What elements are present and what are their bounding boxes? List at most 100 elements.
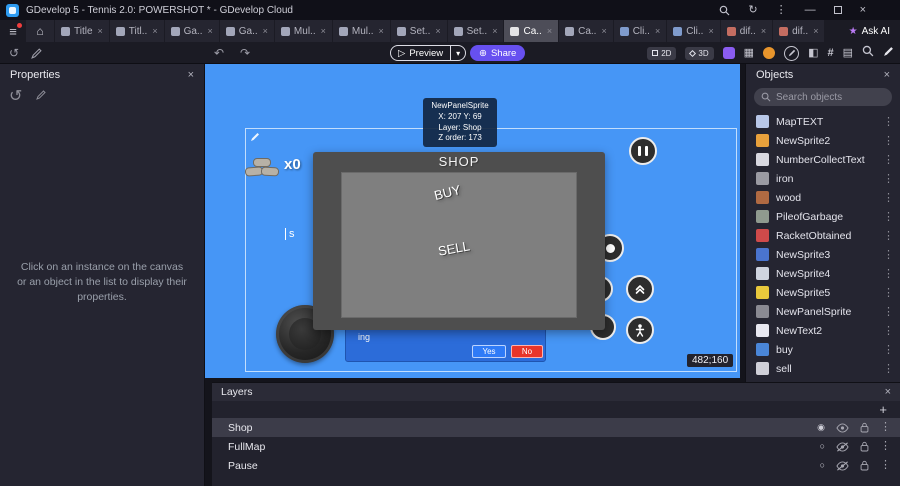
tab-close-icon[interactable]: ×: [655, 26, 660, 36]
share-button[interactable]: ⊕ Share: [470, 45, 526, 61]
object-row-buy[interactable]: buy ⋮: [746, 340, 900, 359]
object-row-sell[interactable]: sell ⋮: [746, 359, 900, 378]
tab-11-cli[interactable]: Cli.. ×: [613, 20, 667, 42]
rename-pen-icon[interactable]: [31, 42, 42, 64]
maximize-icon[interactable]: [833, 6, 842, 14]
tab-close-icon[interactable]: ×: [813, 26, 818, 36]
player-button-sprite[interactable]: [626, 316, 654, 344]
object-menu-icon[interactable]: ⋮: [883, 210, 894, 223]
tab-close-icon[interactable]: ×: [601, 26, 606, 36]
preview-button[interactable]: ▷ Preview ▾: [390, 45, 467, 61]
object-menu-icon[interactable]: ⋮: [883, 153, 894, 166]
toggle-3d-button[interactable]: 3D: [685, 46, 714, 60]
close-properties-icon[interactable]: ×: [188, 69, 194, 81]
preview-options-caret-icon[interactable]: ▾: [451, 49, 465, 58]
tab-close-icon[interactable]: ×: [492, 26, 497, 36]
edit-scene-icon[interactable]: [883, 44, 894, 62]
upgrade-button-sprite[interactable]: [626, 275, 654, 303]
layer-menu-icon[interactable]: ⋮: [880, 460, 891, 471]
object-row-iron[interactable]: iron ⋮: [746, 169, 900, 188]
history-icon[interactable]: ↺: [9, 42, 19, 64]
lock-icon[interactable]: [860, 422, 869, 433]
object-menu-icon[interactable]: ⋮: [883, 286, 894, 299]
tab-3-ga[interactable]: Ga.. ×: [164, 20, 219, 42]
object-menu-icon[interactable]: ⋮: [883, 172, 894, 185]
tab-home[interactable]: ⌂: [26, 20, 54, 42]
wood-pile-sprite[interactable]: [244, 152, 283, 180]
object-menu-icon[interactable]: ⋮: [883, 324, 894, 337]
visibility-eye-off-icon[interactable]: [836, 460, 849, 471]
object-menu-icon[interactable]: ⋮: [883, 267, 894, 280]
wood-counter-text[interactable]: x0: [284, 156, 301, 173]
object-menu-icon[interactable]: ⋮: [883, 115, 894, 128]
object-menu-icon[interactable]: ⋮: [883, 362, 894, 375]
pen-circle-icon[interactable]: [784, 45, 800, 61]
active-layer-radio[interactable]: ◉: [817, 423, 825, 432]
object-row-newtext2[interactable]: NewText2 ⋮: [746, 321, 900, 340]
main-menu-icon[interactable]: ≡: [0, 20, 26, 42]
shop-panel-sprite[interactable]: SHOP BUY SELL: [313, 152, 605, 330]
edit-properties-icon[interactable]: [36, 87, 47, 105]
tab-8-set[interactable]: Set.. ×: [447, 20, 504, 42]
object-row-newsprite4[interactable]: NewSprite4 ⋮: [746, 264, 900, 283]
minimize-icon[interactable]: —: [805, 4, 816, 16]
object-menu-icon[interactable]: ⋮: [883, 191, 894, 204]
tab-7-set[interactable]: Set.. ×: [390, 20, 447, 42]
add-layer-button[interactable]: +: [879, 402, 887, 417]
paint-icon[interactable]: [763, 47, 776, 59]
instance-history-icon[interactable]: ↺: [9, 86, 22, 106]
layer-menu-icon[interactable]: ⋮: [880, 422, 891, 433]
tab-12-cli[interactable]: Cli.. ×: [667, 20, 720, 42]
object-row-maptext[interactable]: MapTEXT ⋮: [746, 112, 900, 131]
layer-row-fullmap[interactable]: FullMap ○ ⋮: [212, 437, 900, 456]
object-row-newpanelsprite[interactable]: NewPanelSprite ⋮: [746, 302, 900, 321]
tab-close-icon[interactable]: ×: [98, 26, 103, 36]
zoom-icon[interactable]: [862, 44, 874, 62]
toggle-2d-button[interactable]: 2D: [647, 46, 677, 60]
tab-14-dif[interactable]: dif.. ×: [773, 20, 825, 42]
yes-button[interactable]: Yes: [472, 345, 506, 358]
tab-1-title[interactable]: Title ×: [55, 20, 109, 42]
object-menu-icon[interactable]: ⋮: [883, 134, 894, 147]
object-row-newsprite2[interactable]: NewSprite2 ⋮: [746, 131, 900, 150]
tab-close-icon[interactable]: ×: [435, 26, 440, 36]
objects-grid-icon[interactable]: ▦: [744, 47, 754, 59]
layer-row-pause[interactable]: Pause ○ ⋮: [212, 456, 900, 475]
layer-menu-icon[interactable]: ⋮: [880, 441, 891, 452]
lock-icon[interactable]: [860, 441, 869, 452]
no-button[interactable]: No: [511, 345, 543, 358]
object-row-numbercollecttext[interactable]: NumberCollectText ⋮: [746, 150, 900, 169]
sell-button-text[interactable]: SELL: [437, 238, 471, 258]
close-objects-icon[interactable]: ×: [884, 69, 890, 81]
partially-hidden-text-object[interactable]: s: [285, 228, 295, 241]
visibility-eye-icon[interactable]: [836, 422, 849, 433]
titlebar-menu-icon[interactable]: ⋮: [776, 4, 787, 16]
palette-icon[interactable]: [722, 47, 735, 59]
objects-search-input[interactable]: [776, 91, 885, 103]
redo-icon[interactable]: ↷: [240, 42, 250, 64]
active-layer-radio[interactable]: ○: [820, 461, 825, 470]
object-row-newsprite5[interactable]: NewSprite5 ⋮: [746, 283, 900, 302]
lock-icon[interactable]: [860, 460, 869, 471]
tab-13-dif[interactable]: dif.. ×: [720, 20, 773, 42]
tab-5-mul[interactable]: Mul.. ×: [274, 20, 332, 42]
search-icon[interactable]: [719, 5, 730, 16]
tab-2-titl[interactable]: Titl.. ×: [109, 20, 164, 42]
layers-toggle-icon[interactable]: ▤: [843, 47, 853, 59]
visibility-eye-off-icon[interactable]: [836, 441, 849, 452]
tab-close-icon[interactable]: ×: [547, 26, 552, 36]
layer-row-shop[interactable]: Shop ◉ ⋮: [212, 418, 900, 437]
scene-canvas[interactable]: NewPanelSprite X: 207 Y: 69 Layer: Shop …: [205, 64, 740, 378]
object-row-newsprite3[interactable]: NewSprite3 ⋮: [746, 245, 900, 264]
mask-icon[interactable]: ◧: [808, 47, 818, 59]
tab-close-icon[interactable]: ×: [708, 26, 713, 36]
tab-close-icon[interactable]: ×: [152, 26, 157, 36]
close-window-icon[interactable]: ×: [860, 4, 866, 16]
buy-button-text[interactable]: BUY: [433, 182, 463, 203]
object-row-racketobtained[interactable]: RacketObtained ⋮: [746, 226, 900, 245]
tab-6-mul[interactable]: Mul.. ×: [332, 20, 390, 42]
object-menu-icon[interactable]: ⋮: [883, 305, 894, 318]
object-menu-icon[interactable]: ⋮: [883, 343, 894, 356]
tab-close-icon[interactable]: ×: [263, 26, 268, 36]
tab-close-icon[interactable]: ×: [321, 26, 326, 36]
